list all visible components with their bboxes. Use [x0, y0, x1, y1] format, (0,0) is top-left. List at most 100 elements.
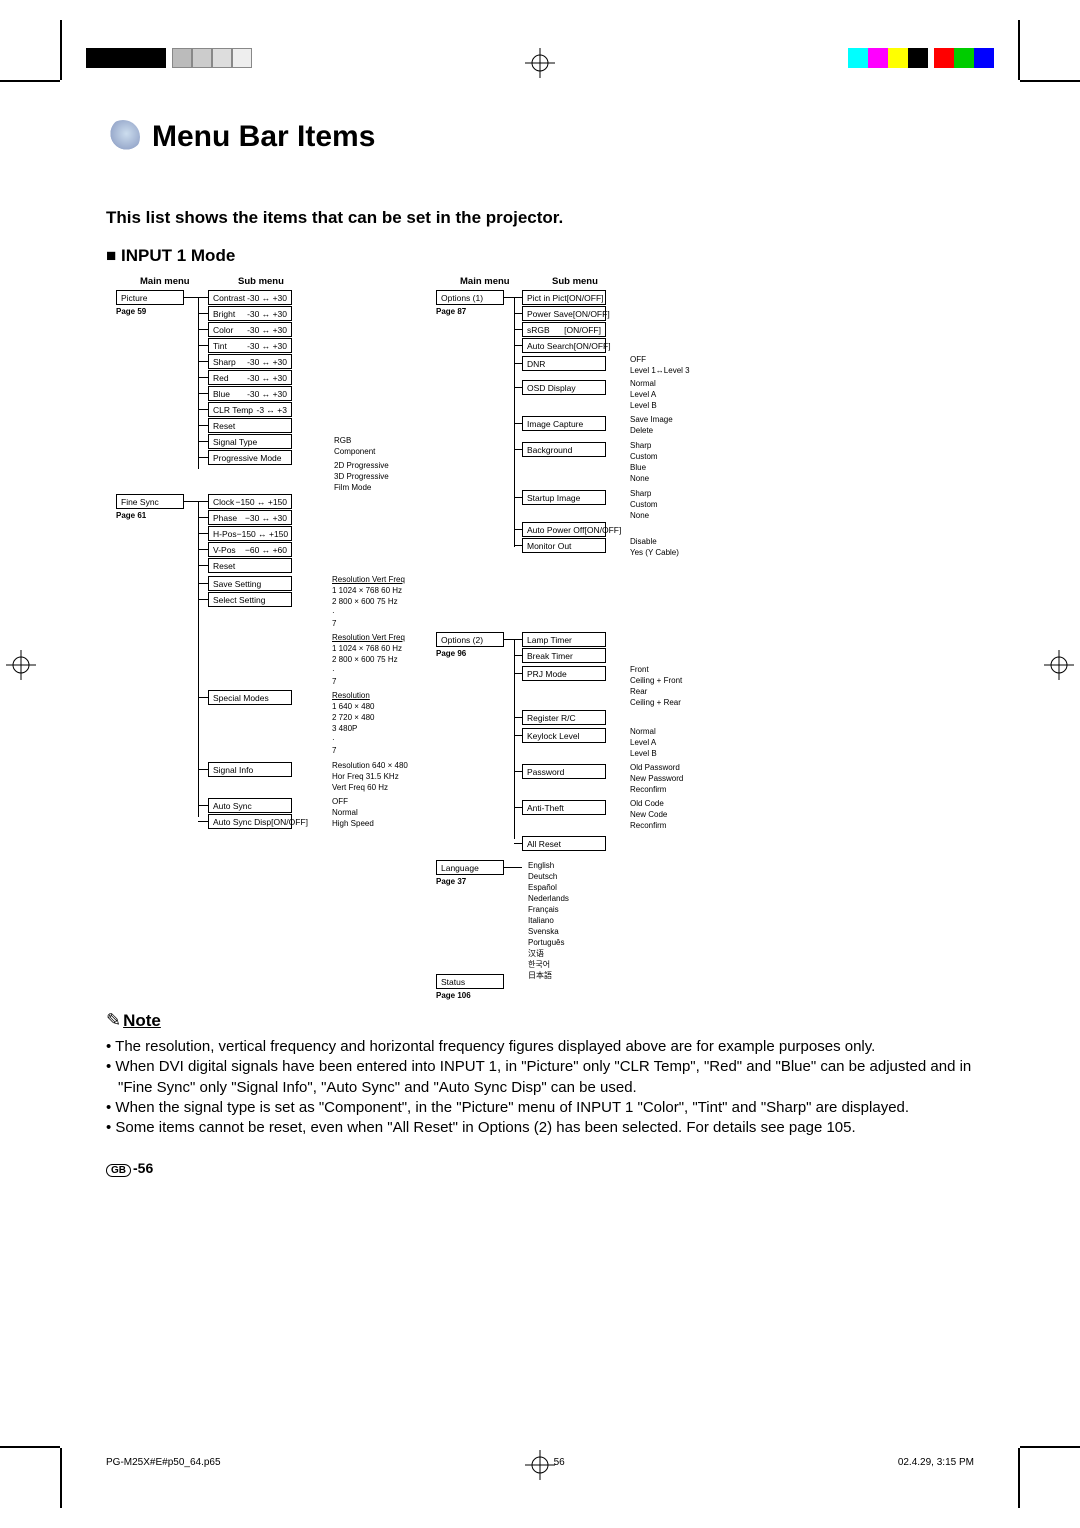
- submenu-item: sRGB[ON/OFF]: [522, 322, 606, 337]
- crop-mark: [1018, 1448, 1020, 1508]
- prj-opts: FrontCeiling + FrontRearCeiling + Rear: [630, 664, 682, 708]
- submenu-item: All Reset: [522, 836, 606, 851]
- registration-cross-icon: [525, 48, 555, 78]
- crop-mark: [1020, 80, 1080, 82]
- registration-squares-black: [86, 48, 252, 68]
- language-opts: EnglishDeutschEspañolNederlandsFrançaisI…: [528, 860, 569, 981]
- signal-info-table: Resolution 640 × 480Hor Freq 31.5 KHzVer…: [332, 760, 408, 793]
- submenu-item: Auto Search[ON/OFF]: [522, 338, 606, 353]
- submenu-item: OSD Display: [522, 380, 606, 395]
- submenu-item: Break Timer: [522, 648, 606, 663]
- osd-opts: NormalLevel ALevel B: [630, 378, 657, 411]
- note-icon: ✎: [106, 1010, 121, 1031]
- monitor-opts: DisableYes (Y Cable): [630, 536, 679, 558]
- subtitle: This list shows the items that can be se…: [106, 208, 974, 228]
- crop-mark: [60, 1448, 62, 1508]
- submenu-item: Anti-Theft: [522, 800, 606, 815]
- page-title: Menu Bar Items: [152, 120, 375, 154]
- crop-mark: [1018, 20, 1020, 80]
- submenu-item: Monitor Out: [522, 538, 606, 553]
- col-header: Main menu: [140, 276, 190, 287]
- submenu-item: Phase−30 ↔ +30: [208, 510, 292, 525]
- keylock-opts: NormalLevel ALevel B: [630, 726, 657, 759]
- page-ref: Page 106: [436, 991, 471, 1000]
- footer-date: 02.4.29, 3:15 PM: [898, 1457, 974, 1468]
- registration-cross-icon: [6, 650, 36, 680]
- submenu-item: Reset: [208, 558, 292, 573]
- page-number: GB-56: [106, 1160, 974, 1176]
- submenu-item: Tint-30 ↔ +30: [208, 338, 292, 353]
- signal-type-opts: RGBComponent: [334, 435, 375, 457]
- submenu-item: Register R/C: [522, 710, 606, 725]
- submenu-item: Progressive Mode: [208, 450, 292, 465]
- submenu-item: Contrast-30 ↔ +30: [208, 290, 292, 305]
- crop-mark: [60, 20, 62, 80]
- footer: PG-M25X#E#p50_64.p65 56 02.4.29, 3:15 PM: [106, 1457, 974, 1468]
- submenu-item: Blue-30 ↔ +30: [208, 386, 292, 401]
- submenu-item: Select Setting: [208, 592, 292, 607]
- page-ref: Page 61: [116, 511, 146, 520]
- col-header: Sub menu: [552, 276, 598, 287]
- menu-tree-diagram: Main menu Sub menu Main menu Sub menu Pi…: [106, 276, 974, 996]
- submenu-item: PRJ Mode: [522, 666, 606, 681]
- submenu-item: Save Setting: [208, 576, 292, 591]
- note-label: Note: [123, 1011, 161, 1031]
- submenu-item: Signal Info: [208, 762, 292, 777]
- submenu-item: Background: [522, 442, 606, 457]
- submenu-item: Sharp-30 ↔ +30: [208, 354, 292, 369]
- submenu-item: Special Modes: [208, 690, 292, 705]
- save-setting-table: Resolution Vert Freq1 1024 × 768 60 Hz2 …: [332, 574, 405, 629]
- submenu-item: Keylock Level: [522, 728, 606, 743]
- submenu-item: Reset: [208, 418, 292, 433]
- menu-options1: Options (1): [436, 290, 504, 305]
- mode-heading: INPUT 1 Mode: [106, 246, 974, 266]
- submenu-item: Auto Sync Disp[ON/OFF]: [208, 814, 292, 829]
- registration-cross-icon: [1044, 650, 1074, 680]
- submenu-item: Startup Image: [522, 490, 606, 505]
- submenu-item: Lamp Timer: [522, 632, 606, 647]
- page-ref: Page 87: [436, 307, 466, 316]
- submenu-item: Bright-30 ↔ +30: [208, 306, 292, 321]
- submenu-item: CLR Temp-3 ↔ +3: [208, 402, 292, 417]
- submenu-item: V-Pos−60 ↔ +60: [208, 542, 292, 557]
- antitheft-opts: Old CodeNew CodeReconfirm: [630, 798, 667, 831]
- col-header: Main menu: [460, 276, 510, 287]
- submenu-item: Color-30 ↔ +30: [208, 322, 292, 337]
- registration-squares-color: [848, 48, 994, 68]
- submenu-item: Password: [522, 764, 606, 779]
- menu-finesync: Fine Sync: [116, 494, 184, 509]
- progressive-opts: 2D Progressive3D ProgressiveFilm Mode: [334, 460, 389, 493]
- crop-mark: [0, 1446, 60, 1448]
- note-item: Some items cannot be reset, even when "A…: [106, 1118, 974, 1138]
- submenu-item: Auto Sync: [208, 798, 292, 813]
- auto-sync-opts: OFFNormalHigh Speed: [332, 796, 374, 829]
- crop-mark: [1020, 1446, 1080, 1448]
- imgcap-opts: Save ImageDelete: [630, 414, 673, 436]
- bg-opts: SharpCustomBlueNone: [630, 440, 658, 484]
- select-setting-table: Resolution Vert Freq1 1024 × 768 60 Hz2 …: [332, 632, 405, 687]
- menu-status: Status: [436, 974, 504, 989]
- section-icon: [106, 120, 140, 154]
- page-ref: Page 37: [436, 877, 466, 886]
- password-opts: Old PasswordNew PasswordReconfirm: [630, 762, 683, 795]
- submenu-item: Pict in Pict[ON/OFF]: [522, 290, 606, 305]
- col-header: Sub menu: [238, 276, 284, 287]
- page-ref: Page 59: [116, 307, 146, 316]
- submenu-item: Power Save[ON/OFF]: [522, 306, 606, 321]
- footer-page: 56: [554, 1457, 565, 1468]
- submenu-item: Signal Type: [208, 434, 292, 449]
- page-ref: Page 96: [436, 649, 466, 658]
- note-item: The resolution, vertical frequency and h…: [106, 1037, 974, 1057]
- note-item: When the signal type is set as "Componen…: [106, 1098, 974, 1118]
- startup-opts: SharpCustomNone: [630, 488, 658, 521]
- menu-options2: Options (2): [436, 632, 504, 647]
- submenu-item: DNR: [522, 356, 606, 371]
- submenu-item: H-Pos−150 ↔ +150: [208, 526, 292, 541]
- special-modes-table: Resolution1 640 × 4802 720 × 4803 480P·7: [332, 690, 374, 756]
- crop-mark: [0, 80, 60, 82]
- menu-language: Language: [436, 860, 504, 875]
- submenu-item: Auto Power Off[ON/OFF]: [522, 522, 606, 537]
- note-list: The resolution, vertical frequency and h…: [106, 1037, 974, 1138]
- footer-file: PG-M25X#E#p50_64.p65: [106, 1457, 221, 1468]
- menu-picture: Picture: [116, 290, 184, 305]
